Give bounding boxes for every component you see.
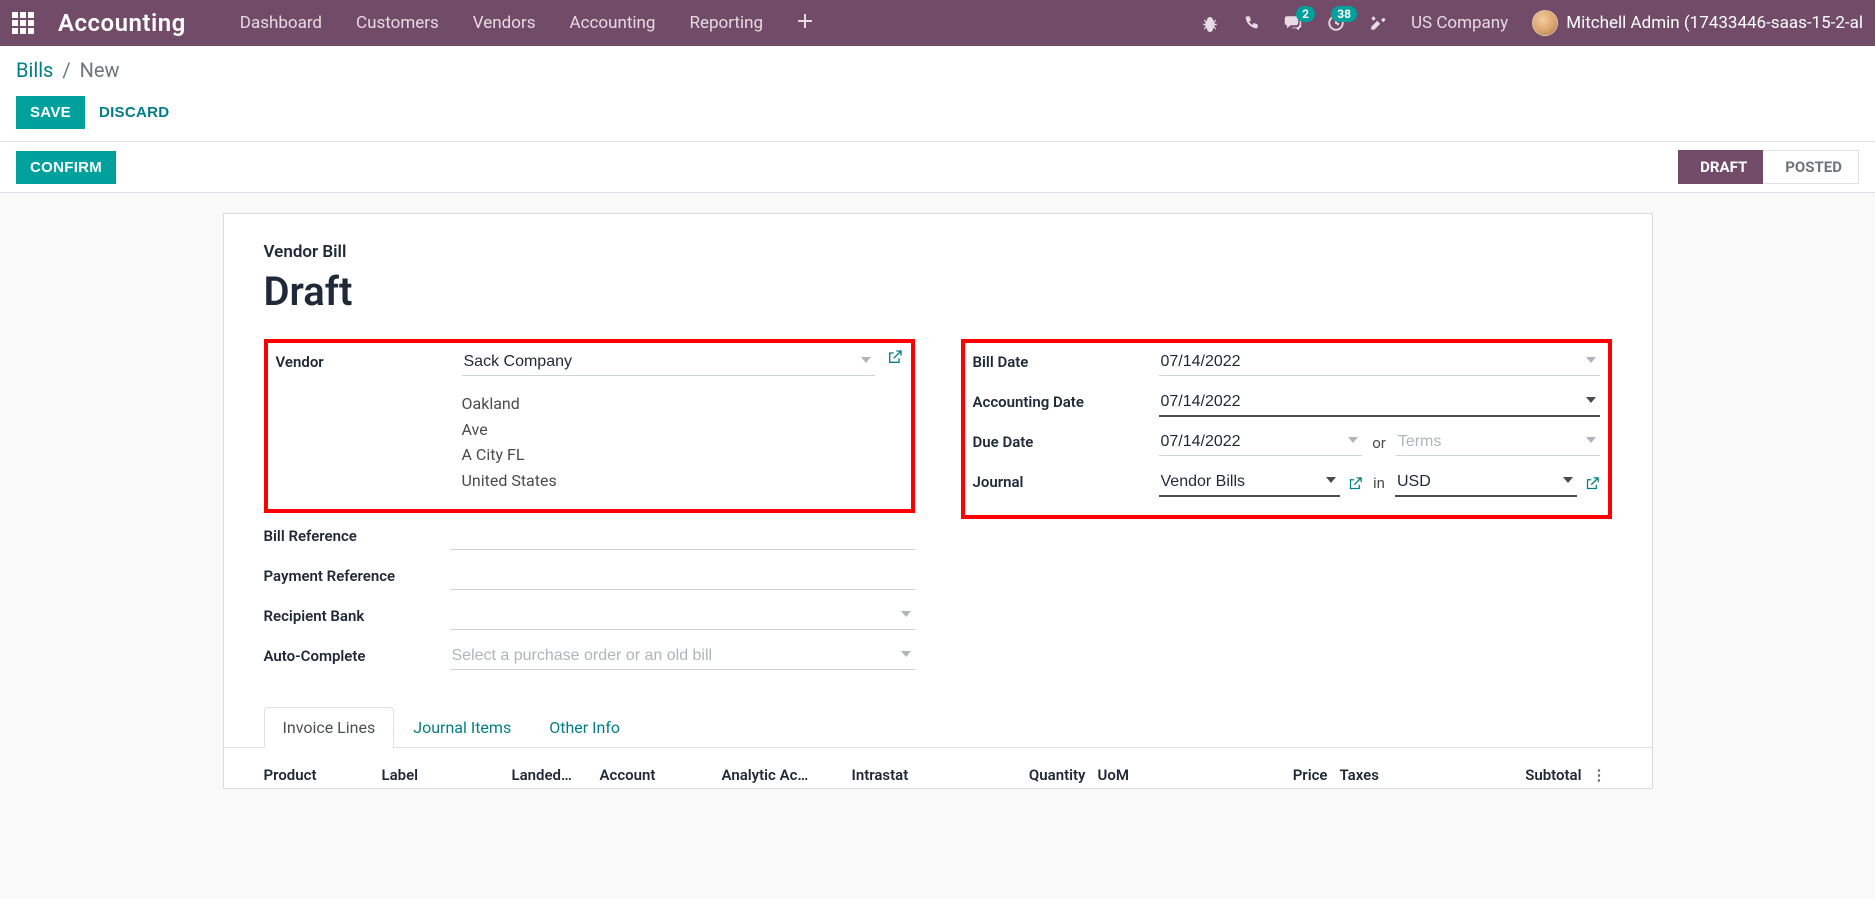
- currency-input[interactable]: [1395, 469, 1577, 497]
- avatar: [1532, 10, 1558, 36]
- col-landed[interactable]: Landed…: [512, 766, 600, 784]
- app-brand[interactable]: Accounting: [58, 9, 186, 37]
- vendor-input[interactable]: [462, 349, 875, 376]
- notebook-tabs: Invoice Lines Journal Items Other Info: [224, 707, 1652, 748]
- accounting-date-input[interactable]: [1159, 389, 1600, 417]
- chat-badge: 2: [1296, 6, 1315, 22]
- vendor-highlight-box: Vendor: [264, 339, 915, 513]
- accounting-date-label: Accounting Date: [973, 389, 1159, 411]
- col-account[interactable]: Account: [600, 766, 722, 784]
- activity-icon[interactable]: 38: [1327, 14, 1345, 32]
- breadcrumb: Bills / New: [16, 58, 1859, 82]
- bug-icon[interactable]: [1201, 14, 1219, 32]
- invoice-lines-table: Product Label Landed… Account Analytic A…: [224, 748, 1652, 788]
- bill-date-input[interactable]: [1159, 349, 1600, 376]
- bill-date-label: Bill Date: [973, 349, 1159, 371]
- in-text: in: [1373, 474, 1385, 492]
- bill-reference-input[interactable]: [450, 523, 915, 550]
- status-bar: CONFIRM DRAFT POSTED: [0, 142, 1875, 193]
- phone-icon[interactable]: [1243, 15, 1259, 31]
- menu-reporting[interactable]: Reporting: [689, 13, 763, 33]
- journal-input[interactable]: [1159, 469, 1341, 497]
- vendor-address: Oakland Ave A City FL United States: [462, 391, 903, 493]
- user-name: Mitchell Admin (17433446-saas-15-2-al: [1566, 13, 1863, 33]
- confirm-button[interactable]: CONFIRM: [16, 151, 116, 184]
- col-uom[interactable]: UoM: [1098, 766, 1270, 784]
- tab-journal-items[interactable]: Journal Items: [394, 707, 530, 748]
- table-header: Product Label Landed… Account Analytic A…: [264, 758, 1612, 788]
- vendor-label: Vendor: [276, 349, 462, 371]
- menu-vendors[interactable]: Vendors: [473, 13, 536, 33]
- column-options-icon[interactable]: ⋮: [1592, 766, 1612, 784]
- company-switcher[interactable]: US Company: [1411, 13, 1508, 33]
- discard-button[interactable]: DISCARD: [99, 104, 169, 121]
- activity-badge: 38: [1331, 6, 1357, 22]
- col-product[interactable]: Product: [264, 766, 382, 784]
- recipient-bank-label: Recipient Bank: [264, 603, 450, 625]
- status-draft[interactable]: DRAFT: [1678, 150, 1763, 184]
- apps-icon[interactable]: [12, 12, 34, 34]
- due-date-label: Due Date: [973, 429, 1159, 451]
- dates-highlight-box: Bill Date Accounting Date: [961, 339, 1612, 519]
- status-posted[interactable]: POSTED: [1763, 150, 1859, 184]
- col-intrastat[interactable]: Intrastat: [852, 766, 1000, 784]
- control-panel: Bills / New SAVE DISCARD: [0, 46, 1875, 142]
- tab-invoice-lines[interactable]: Invoice Lines: [264, 707, 395, 748]
- payment-reference-label: Payment Reference: [264, 563, 450, 585]
- menu-customers[interactable]: Customers: [356, 13, 439, 33]
- col-analytic[interactable]: Analytic Ac…: [722, 766, 852, 784]
- due-date-input[interactable]: [1159, 429, 1363, 456]
- autocomplete-input[interactable]: [450, 643, 915, 670]
- menu-dashboard[interactable]: Dashboard: [240, 13, 322, 33]
- main-menu: Dashboard Customers Vendors Accounting R…: [240, 13, 813, 33]
- terms-input[interactable]: [1396, 429, 1600, 456]
- navbar-right: 2 38 US Company Mitchell Admin (17433446…: [1201, 10, 1863, 36]
- col-quantity[interactable]: Quantity: [1000, 766, 1098, 784]
- recipient-bank-input[interactable]: [450, 603, 915, 630]
- main-navbar: Accounting Dashboard Customers Vendors A…: [0, 0, 1875, 46]
- user-menu[interactable]: Mitchell Admin (17433446-saas-15-2-al: [1532, 10, 1863, 36]
- tools-icon[interactable]: [1369, 14, 1387, 32]
- tab-other-info[interactable]: Other Info: [530, 707, 639, 748]
- save-button[interactable]: SAVE: [16, 96, 85, 129]
- col-taxes[interactable]: Taxes: [1340, 766, 1516, 784]
- page-title: Draft: [264, 268, 1612, 315]
- breadcrumb-sep: /: [62, 58, 70, 82]
- payment-reference-input[interactable]: [450, 563, 915, 590]
- menu-accounting[interactable]: Accounting: [569, 13, 655, 33]
- journal-label: Journal: [973, 469, 1159, 491]
- form-sheet: Vendor Bill Draft Vendor: [223, 213, 1653, 789]
- external-link-icon[interactable]: [1348, 476, 1363, 491]
- external-link-icon[interactable]: [1585, 476, 1600, 491]
- breadcrumb-current: New: [80, 58, 120, 82]
- or-text: or: [1372, 434, 1386, 452]
- bill-reference-label: Bill Reference: [264, 523, 450, 545]
- col-label[interactable]: Label: [382, 766, 512, 784]
- autocomplete-label: Auto-Complete: [264, 643, 450, 665]
- bill-type-label: Vendor Bill: [264, 242, 1612, 262]
- menu-add[interactable]: [797, 13, 813, 33]
- col-subtotal[interactable]: Subtotal: [1516, 766, 1592, 784]
- breadcrumb-bills[interactable]: Bills: [16, 58, 53, 82]
- col-price[interactable]: Price: [1270, 766, 1340, 784]
- chat-icon[interactable]: 2: [1283, 14, 1303, 32]
- external-link-icon[interactable]: [887, 349, 903, 365]
